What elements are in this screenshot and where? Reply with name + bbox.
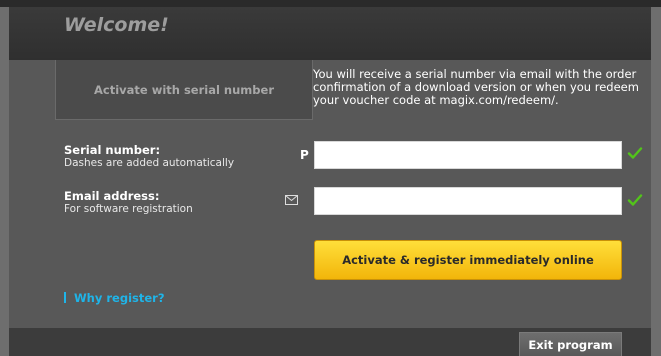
serial-sublabel: Dashes are added automatically <box>64 157 235 169</box>
email-sublabel: For software registration <box>64 203 193 215</box>
serial-label: Serial number: <box>64 143 161 157</box>
exit-program-label: Exit program <box>528 337 613 352</box>
email-field[interactable] <box>314 187 622 215</box>
window-left-edge <box>0 7 9 356</box>
serial-valid-check-icon <box>627 147 643 159</box>
why-register-label: Why register? <box>74 291 165 305</box>
info-text: You will receive a serial number via ema… <box>313 67 639 107</box>
page-title: Welcome! <box>64 14 169 36</box>
serial-number-field[interactable] <box>314 141 622 169</box>
window-right-edge <box>651 7 661 356</box>
serial-prefix: P <box>300 148 309 162</box>
tab-activate-serial[interactable]: Activate with serial number <box>55 60 313 120</box>
envelope-icon <box>285 195 298 205</box>
window-top-strip <box>0 0 661 7</box>
activate-register-label: Activate & register immediately online <box>342 253 594 267</box>
email-valid-check-icon <box>627 194 643 206</box>
activate-register-button[interactable]: Activate & register immediately online <box>314 240 622 280</box>
why-register-link[interactable]: Why register? <box>64 291 165 305</box>
exit-program-button[interactable]: Exit program <box>519 332 622 356</box>
tab-label: Activate with serial number <box>94 82 274 97</box>
link-marker <box>64 292 66 303</box>
email-label: Email address: <box>64 189 160 203</box>
